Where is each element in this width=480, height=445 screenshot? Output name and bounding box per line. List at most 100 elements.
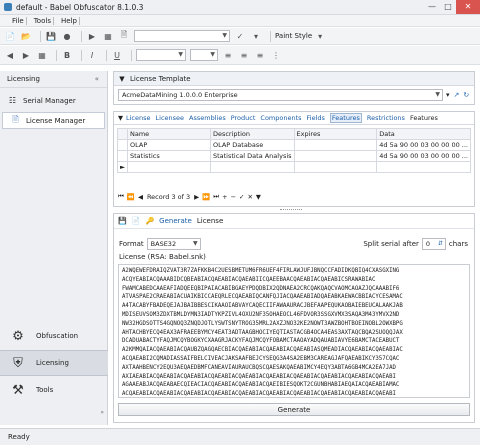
- column-header[interactable]: Name: [127, 128, 211, 140]
- prev-page-icon[interactable]: ⏪: [127, 193, 135, 201]
- target-combo[interactable]: ▼: [134, 30, 230, 42]
- dropdown-icon[interactable]: ▾: [446, 91, 450, 99]
- license-tab-label: License: [196, 217, 224, 225]
- tab-assemblies[interactable]: Assemblies: [189, 114, 226, 122]
- tab-licensee[interactable]: Licensee: [156, 114, 185, 122]
- generate-link[interactable]: Generate: [159, 217, 192, 225]
- sidebar-title: Licensing: [7, 75, 40, 83]
- table-row[interactable]: OLAP OLAP Database 4d 5a 90 00 03 00 00 …: [117, 139, 471, 151]
- align-right-icon[interactable]: ≡: [254, 49, 266, 61]
- column-header[interactable]: Expires: [293, 128, 378, 140]
- refresh-icon[interactable]: ↻: [463, 91, 469, 99]
- license-textbox[interactable]: A2WQEWEFDRAIQZVAT3R7ZAFKKB4C2UESBMETUM6F…: [118, 264, 470, 398]
- delete-record-icon[interactable]: −: [231, 193, 236, 201]
- tab-product[interactable]: Product: [231, 114, 256, 122]
- license-line: ATVASPAE2CRAEABIACUAIKBICCAEQRLECQAEABIQ…: [122, 294, 403, 301]
- license-line: A2WQEWEFDRAIQZVAT3R7ZAFKKB4C2UESBMETUM6F…: [122, 268, 400, 274]
- tab-fields[interactable]: Fields: [307, 114, 325, 122]
- edit-icon[interactable]: ↗: [454, 91, 460, 99]
- collapse-icon[interactable]: «: [95, 75, 99, 83]
- license-icon: 🗎: [12, 114, 19, 124]
- next-record-icon[interactable]: ▶: [194, 193, 199, 201]
- align-center-icon[interactable]: ≡: [238, 49, 250, 61]
- filter-icon[interactable]: ▼: [256, 193, 261, 201]
- tab-license[interactable]: License: [126, 114, 151, 122]
- split-stepper[interactable]: 0 ⇵: [421, 237, 446, 250]
- sidebar-header: Licensing «: [0, 71, 107, 88]
- menu-help[interactable]: Help: [59, 16, 80, 25]
- nav-label: Licensing: [36, 359, 69, 367]
- maximize-icon[interactable]: □: [440, 0, 456, 14]
- next-page-icon[interactable]: ⏩: [202, 193, 210, 201]
- open-icon[interactable]: 📂: [20, 30, 32, 42]
- last-record-icon[interactable]: ⏭: [213, 192, 219, 201]
- size-combo[interactable]: ▼: [190, 49, 218, 61]
- minimize-icon[interactable]: —: [424, 0, 440, 14]
- column-header[interactable]: Description: [209, 128, 295, 140]
- column-header[interactable]: Data: [376, 128, 471, 140]
- add-record-icon[interactable]: +: [222, 193, 227, 201]
- license-line: AGAAEABJACQAEABAECQIEACIACQAEABIACQAEABI…: [122, 382, 400, 389]
- sidebar-item-serial-manager[interactable]: ☷ Serial Manager: [0, 92, 107, 109]
- collapse-arrow-icon[interactable]: ▼: [118, 114, 123, 122]
- nav-obfuscation[interactable]: ⚙ Obfuscation: [0, 323, 108, 349]
- confirm-record-icon[interactable]: ✓: [239, 193, 244, 201]
- license-text[interactable]: A2WQEWEFDRAIQZVAT3R7ZAFKKB4C2UESBMETUM6F…: [122, 267, 466, 398]
- back-icon[interactable]: ◀: [4, 49, 16, 61]
- dropdown-arrow-icon[interactable]: ▾: [250, 30, 262, 42]
- key-icon[interactable]: 🔑: [145, 217, 154, 225]
- license-line: ACQAEABIACQAEABIACQAEABIACQAEABIACQAEABI…: [122, 391, 396, 398]
- license-panel: 💾 📄 🔑 Generate License Format BASE32 ▼ Sp…: [113, 213, 475, 423]
- document-icon[interactable]: 🗎: [118, 30, 130, 42]
- table-row[interactable]: Statistics Statistical Data Analysis 4d …: [117, 150, 471, 162]
- sidebar-item-license-manager[interactable]: 🗎 License Manager: [2, 112, 105, 129]
- paint-style-button[interactable]: Paint Style: [275, 32, 312, 40]
- generate-button[interactable]: Generate: [118, 403, 470, 416]
- license-line: DCADUABACTYFAQJMCQYBOGKYCXAAGRJACKYFAQJM…: [122, 338, 400, 345]
- build-icon[interactable]: ▦: [102, 30, 114, 42]
- forward-icon[interactable]: ▶: [20, 49, 32, 61]
- prev-record-icon[interactable]: ◀: [138, 193, 143, 201]
- grid-icon[interactable]: ▦: [36, 49, 48, 61]
- collapse-arrow-icon[interactable]: ▼: [118, 75, 126, 83]
- copy-icon[interactable]: 📄: [132, 217, 141, 225]
- format-select[interactable]: BASE32 ▼: [146, 237, 201, 250]
- license-line: ACQAEABI2CQMADIASSAIFBELCIVEACJAKSAAFBEJ…: [122, 355, 400, 362]
- run-icon[interactable]: ▶: [86, 30, 98, 42]
- save-icon[interactable]: 💾: [118, 217, 127, 225]
- table-row-new[interactable]: ►: [117, 161, 471, 173]
- cancel-record-icon[interactable]: ✕: [247, 193, 252, 201]
- bold-icon[interactable]: B: [61, 49, 73, 61]
- menu-bar: File Tools Help: [0, 15, 480, 27]
- tab-bar: ▼ License Licensee Assemblies Product Co…: [114, 112, 474, 125]
- features-heading: Features: [409, 114, 438, 122]
- italic-icon[interactable]: I: [86, 49, 98, 61]
- new-icon[interactable]: 📄: [4, 30, 16, 42]
- nav-licensing[interactable]: ⛨ Licensing: [0, 350, 108, 376]
- splitter-grip[interactable]: [280, 209, 302, 212]
- features-panel: ▼ License Licensee Assemblies Product Co…: [113, 111, 475, 207]
- list-icon[interactable]: ⋮: [270, 49, 282, 61]
- chevron-down-icon[interactable]: ▾: [314, 30, 326, 42]
- serial-icon: ☷: [8, 96, 17, 105]
- first-record-icon[interactable]: ⏮: [118, 192, 124, 201]
- sidebar-overflow[interactable]: »: [4, 409, 104, 421]
- menu-tools[interactable]: Tools: [32, 16, 54, 25]
- license-line: ACQYEABIACQAAABIDCQBEABIACQAEABIACQAEABI…: [122, 276, 376, 283]
- tab-restrictions[interactable]: Restrictions: [367, 114, 405, 122]
- template-select[interactable]: AcmeDataMining 1.0.0.0 Enterprise ▼: [118, 89, 443, 101]
- tab-components[interactable]: Components: [260, 114, 301, 122]
- font-combo[interactable]: ▼: [136, 49, 186, 61]
- close-icon[interactable]: ✕: [456, 0, 480, 14]
- underline-icon[interactable]: U: [111, 49, 123, 61]
- check-icon[interactable]: ✓: [234, 30, 246, 42]
- format-row: Format BASE32 ▼ Split serial after 0 ⇵ cha…: [114, 235, 474, 252]
- split-label: Split serial after: [363, 239, 419, 248]
- menu-file[interactable]: File: [10, 16, 27, 25]
- save-icon[interactable]: 💾: [45, 30, 57, 42]
- align-left-icon[interactable]: ≡: [222, 49, 234, 61]
- stop-icon[interactable]: ●: [61, 30, 73, 42]
- tab-features[interactable]: Features: [329, 113, 362, 123]
- license-line: AXIAEABIACQAEABIACQAEABIACQAEABIACQAEABI…: [122, 373, 396, 380]
- nav-tools[interactable]: ⚒ Tools: [0, 377, 108, 403]
